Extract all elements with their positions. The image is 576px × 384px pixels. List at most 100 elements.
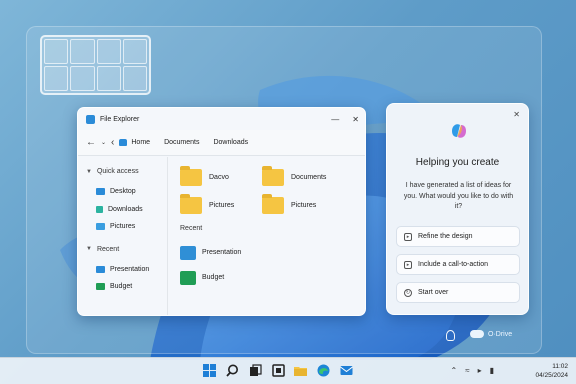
snap-cell[interactable] (122, 66, 147, 91)
onedrive-label: O·Drive (488, 330, 513, 338)
copilot-panel: ✕ Helping you create I have generated a … (386, 103, 529, 315)
lightbulb-icon[interactable] (446, 330, 455, 341)
desktop-icon (96, 188, 105, 196)
refresh-icon: ↻ (404, 288, 412, 297)
folder-item[interactable]: Dacvo (180, 166, 262, 186)
file-explorer-window: File Explorer — ✕ ← ⌄ ‹ Home Documents D… (77, 107, 366, 316)
copilot-heading: Helping you create (415, 157, 500, 168)
folder-item[interactable]: Pictures (262, 194, 344, 214)
quick-access-label: Quick access (96, 168, 139, 175)
folder-label: Pictures (209, 202, 235, 209)
folder-label: Dacvo (209, 174, 229, 181)
folder-view: Dacvo Documents Pictures Pictures Recent (168, 157, 365, 315)
cloud-icon (470, 330, 484, 338)
battery-icon[interactable]: ▮ (490, 366, 494, 375)
back-arrow-icon[interactable]: ← (86, 137, 96, 148)
presentation-icon (180, 245, 196, 260)
snap-cell[interactable] (122, 39, 147, 64)
presentation-icon (96, 265, 105, 273)
system-tray: ⌃ ≈ ▸ ▮ (450, 366, 494, 375)
folder-item[interactable]: Documents (262, 166, 344, 186)
suggestion-label: Include a call-to-action (418, 261, 489, 268)
taskbar: ⌃ ≈ ▸ ▮ 11:02 04/25/2024 (0, 357, 576, 384)
breadcrumb-home[interactable]: Home (119, 139, 150, 146)
snap-cell[interactable] (44, 39, 69, 64)
copilot-message: I have generated a list of ideas for you… (403, 182, 514, 210)
arrow-icon: ▸ (404, 260, 412, 269)
suggestion-label: Start over (418, 289, 449, 296)
recent-file-item[interactable]: Budget (180, 265, 355, 290)
window-title: File Explorer (100, 115, 140, 123)
folder-icon (262, 194, 284, 214)
suggestion-start-over-button[interactable]: ↻ Start over (396, 282, 520, 303)
forward-chevron-icon[interactable]: ‹ (111, 137, 114, 148)
file-label: Budget (202, 274, 225, 281)
sidebar-item-label: Presentation (110, 265, 150, 273)
snap-icon[interactable] (272, 364, 285, 377)
snap-layout-grid[interactable] (40, 35, 151, 95)
task-view-icon[interactable] (249, 364, 262, 377)
breadcrumb-label: Home (131, 139, 151, 146)
recent-section-title: Recent (180, 225, 203, 232)
sidebar-item-budget[interactable]: Budget (86, 278, 167, 296)
file-explorer-icon[interactable] (294, 364, 307, 377)
file-label: Presentation (202, 249, 242, 256)
close-button[interactable]: ✕ (352, 115, 359, 124)
suggestion-cta-button[interactable]: ▸ Include a call-to-action (396, 254, 520, 275)
copilot-logo-icon (452, 124, 466, 138)
address-bar: ← ⌄ ‹ Home Documents Downloads (78, 130, 365, 156)
sidebar-item-label: Downloads (108, 205, 143, 213)
volume-icon[interactable]: ▸ (478, 366, 482, 375)
windows-start-icon[interactable] (203, 364, 216, 377)
search-icon[interactable] (226, 364, 239, 377)
chevron-down-icon: ▼ (86, 246, 92, 252)
home-icon (119, 139, 128, 146)
chevron-down-icon: ▼ (86, 168, 92, 175)
recent-file-item[interactable]: Presentation (180, 240, 355, 265)
explorer-titlebar[interactable]: File Explorer — ✕ (78, 108, 365, 130)
chevron-up-icon[interactable]: ⌃ (450, 366, 457, 375)
wifi-icon[interactable]: ≈ (465, 366, 469, 375)
sidebar-item-label: Pictures (110, 223, 136, 231)
arrow-icon: ▸ (404, 232, 412, 241)
sidebar-item-pictures[interactable]: Pictures (86, 218, 167, 236)
clock-date: 04/25/2024 (535, 372, 568, 379)
minimize-button[interactable]: — (331, 115, 339, 124)
clock[interactable]: 11:02 04/25/2024 (535, 362, 568, 380)
mail-icon[interactable] (340, 364, 353, 377)
breadcrumb-documents[interactable]: Documents (164, 139, 199, 146)
onedrive-status[interactable]: O·Drive (470, 330, 512, 338)
folder-label: Pictures (291, 202, 317, 209)
suggestion-refine-button[interactable]: ▸ Refine the design (396, 226, 520, 247)
quick-access-header[interactable]: ▼ Quick access (86, 168, 167, 175)
suggestion-label: Refine the design (418, 233, 473, 240)
folder-icon (180, 166, 202, 186)
snap-cell[interactable] (70, 66, 95, 91)
sidebar-item-downloads[interactable]: Downloads (86, 201, 167, 219)
spreadsheet-icon (96, 283, 105, 291)
folder-item[interactable]: Pictures (180, 194, 262, 214)
clock-time: 11:02 (552, 363, 568, 370)
sidebar-item-label: Desktop (110, 188, 136, 196)
chevron-down-icon[interactable]: ⌄ (101, 139, 106, 146)
recent-header[interactable]: ▼ Recent (86, 246, 167, 253)
spreadsheet-icon (180, 270, 196, 285)
breadcrumb-downloads[interactable]: Downloads (213, 139, 248, 146)
snap-cell[interactable] (44, 66, 69, 91)
navigation-pane: ▼ Quick access Desktop Downloads Picture… (78, 157, 168, 315)
download-icon (96, 205, 103, 213)
pictures-icon (96, 223, 105, 231)
snap-cell[interactable] (70, 39, 95, 64)
file-explorer-icon (86, 114, 95, 124)
sidebar-item-presentation[interactable]: Presentation (86, 261, 167, 279)
snap-cell[interactable] (96, 66, 121, 91)
close-icon[interactable]: ✕ (513, 110, 520, 119)
sidebar-item-desktop[interactable]: Desktop (86, 183, 167, 201)
sidebar-item-label: Budget (110, 283, 133, 291)
recent-label: Recent (96, 245, 120, 253)
folder-icon (180, 194, 202, 214)
folder-label: Documents (291, 174, 327, 181)
folder-icon (262, 166, 284, 186)
edge-icon[interactable] (317, 364, 330, 377)
snap-cell[interactable] (96, 39, 121, 64)
